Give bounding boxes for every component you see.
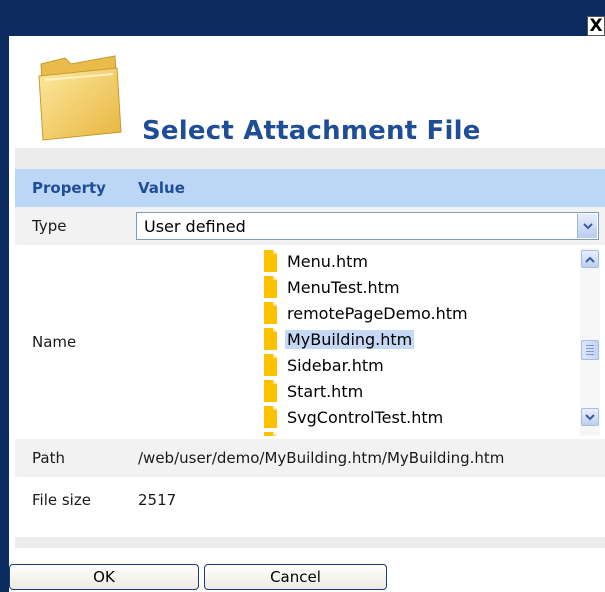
- file-name: Sidebar.htm: [287, 355, 384, 375]
- file-name: Menu.htm: [287, 251, 369, 271]
- file-icon: [264, 354, 277, 376]
- file-icon: [264, 432, 277, 436]
- type-select-value: User defined: [144, 216, 246, 236]
- folder-icon: [38, 55, 122, 141]
- file-list-item[interactable]: SvgControlTest.htm: [261, 404, 600, 430]
- file-size-label: File size: [32, 491, 91, 509]
- file-list-item[interactable]: Sidebar.htm: [261, 352, 600, 378]
- file-list-item[interactable]: MyBuilding.htm: [261, 326, 600, 352]
- table-header-row: Property Value: [15, 169, 605, 207]
- file-name: remotePageDemo.htm: [287, 303, 468, 323]
- dialog-title: Select Attachment File: [142, 116, 481, 146]
- path-value: /web/user/demo/MyBuilding.htm/MyBuilding…: [138, 449, 505, 467]
- file-icon: [264, 380, 277, 402]
- scrollbar[interactable]: [580, 248, 600, 436]
- window-border: [0, 36, 9, 592]
- type-select[interactable]: User defined: [136, 212, 599, 240]
- value-column-header: Value: [138, 179, 185, 197]
- cancel-button[interactable]: Cancel: [204, 564, 387, 590]
- close-icon: X: [589, 15, 603, 36]
- properties-table: Property Value Type User defined Name Me…: [15, 169, 605, 523]
- file-name: WorldMap.htm: [285, 434, 406, 437]
- name-row: Name Menu.htm MenuTest.htm remotePageDemo.…: [15, 245, 605, 439]
- scroll-down-button[interactable]: [581, 408, 599, 426]
- separator-band: [15, 537, 605, 548]
- type-row: Type User defined: [15, 207, 605, 245]
- file-size-row: File size 2517: [15, 477, 605, 523]
- file-icon: [264, 276, 277, 298]
- file-list-item[interactable]: remotePageDemo.htm: [261, 300, 600, 326]
- file-icon: [264, 406, 277, 428]
- title-bar: X: [0, 0, 605, 36]
- property-column-header: Property: [32, 179, 106, 197]
- separator-band: [15, 148, 605, 169]
- file-list-item[interactable]: MenuTest.htm: [261, 274, 600, 300]
- file-name: SvgControlTest.htm: [287, 407, 444, 427]
- path-label: Path: [32, 449, 65, 467]
- type-label: Type: [32, 217, 67, 235]
- file-icon: [264, 302, 277, 324]
- file-icon: [264, 328, 277, 350]
- file-listbox[interactable]: Menu.htm MenuTest.htm remotePageDemo.htm My…: [261, 248, 600, 436]
- file-name: MyBuilding.htm: [285, 329, 415, 349]
- chevron-up-icon: [585, 256, 595, 263]
- file-list-item[interactable]: Start.htm: [261, 378, 600, 404]
- scroll-up-button[interactable]: [581, 250, 599, 268]
- file-size-value: 2517: [138, 491, 177, 509]
- file-list-item[interactable]: WorldMap.htm: [261, 430, 600, 436]
- path-row: Path /web/user/demo/MyBuilding.htm/MyBui…: [15, 439, 605, 477]
- dialog-header: Select Attachment File: [9, 36, 605, 148]
- file-list: Menu.htm MenuTest.htm remotePageDemo.htm My…: [261, 248, 600, 436]
- file-name: Start.htm: [287, 381, 364, 401]
- file-icon: [264, 250, 277, 272]
- scroll-thumb[interactable]: [581, 340, 599, 360]
- file-list-item[interactable]: Menu.htm: [261, 248, 600, 274]
- chevron-down-icon[interactable]: [577, 214, 597, 238]
- chevron-down-icon: [585, 413, 595, 420]
- file-name: MenuTest.htm: [287, 277, 400, 297]
- name-label: Name: [32, 333, 77, 351]
- ok-button[interactable]: OK: [9, 564, 199, 590]
- close-button[interactable]: X: [587, 16, 605, 36]
